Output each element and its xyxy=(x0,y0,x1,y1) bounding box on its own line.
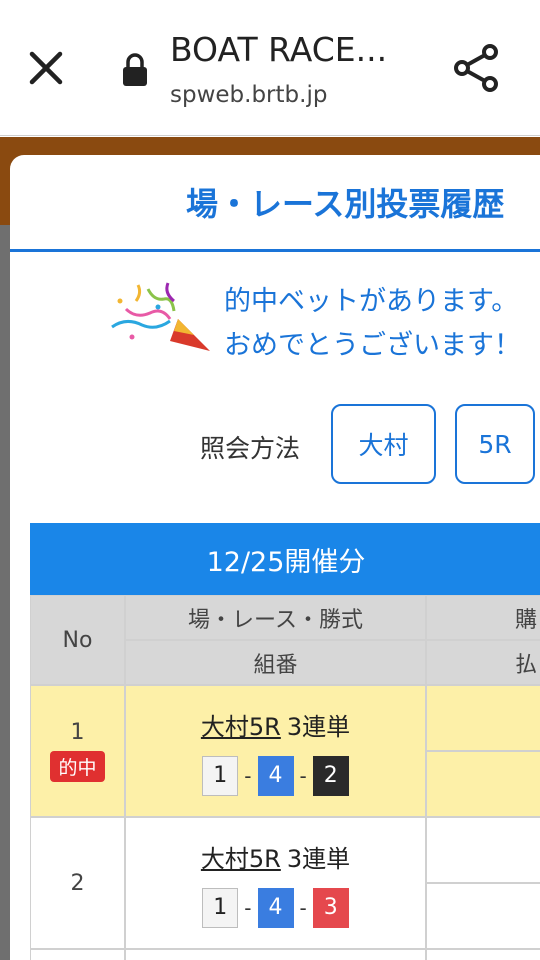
race-link[interactable]: 大村5R xyxy=(201,713,281,741)
table-row-payout xyxy=(426,751,540,817)
hit-badge: 的中 xyxy=(50,751,105,782)
vote-history-modal: 場・レース別投票履歴 的中ベットがあります。 おめでとうございます！ 照会方法 … xyxy=(10,155,540,960)
venue-select-button[interactable]: 大村 xyxy=(331,404,436,484)
share-icon[interactable] xyxy=(448,40,504,96)
combo-separator: - xyxy=(299,763,307,788)
table-row-payout xyxy=(426,883,540,949)
date-header: 12/25開催分 xyxy=(30,523,540,595)
boat-number-1: 1 xyxy=(202,887,239,928)
row-number: 1 xyxy=(70,720,85,745)
query-label: 照会方法 xyxy=(200,434,301,463)
table-row-race: 大村5R 3連単 1 - 4 - 3 xyxy=(125,817,426,949)
table-row-no: 2 xyxy=(30,817,125,949)
party-popper-icon xyxy=(108,279,218,359)
site-url: spweb.brtb.jp xyxy=(170,82,328,108)
boat-number-1: 1 xyxy=(202,755,239,796)
boat-number-2: 4 xyxy=(257,887,294,928)
close-icon[interactable] xyxy=(22,44,70,92)
table-row-partial xyxy=(426,949,540,960)
hit-message-line2: おめでとうございます！ xyxy=(224,330,521,361)
boat-number-3: 2 xyxy=(312,755,349,796)
bet-type: 3連単 xyxy=(286,844,351,873)
table-row-no: 1 的中 xyxy=(30,685,125,817)
combo-separator: - xyxy=(244,763,252,788)
boat-number-2: 4 xyxy=(257,755,294,796)
combo-separator: - xyxy=(244,895,252,920)
table-row-race: 大村5R 3連単 1 - 4 - 2 xyxy=(125,685,426,817)
race-link[interactable]: 大村5R xyxy=(201,845,281,873)
race-select-button[interactable]: 5R xyxy=(455,404,535,484)
table-row-buy xyxy=(426,685,540,751)
col-buy-header: 購 xyxy=(426,595,540,640)
row-number: 2 xyxy=(70,870,85,896)
table-row-buy xyxy=(426,817,540,883)
modal-title: 場・レース別投票履歴 xyxy=(186,185,505,223)
col-race-header: 場・レース・勝式 xyxy=(125,595,426,640)
col-no-header: No xyxy=(30,595,125,685)
hit-message-line1: 的中ベットがあります。 xyxy=(224,286,519,317)
col-payout-header: 払 xyxy=(426,640,540,685)
page-title: BOAT RACE... xyxy=(170,30,388,69)
boat-number-3: 3 xyxy=(312,887,349,928)
lock-icon xyxy=(120,52,150,88)
title-divider xyxy=(10,249,540,252)
table-row-partial xyxy=(30,949,125,960)
browser-toolbar: BOAT RACE... spweb.brtb.jp xyxy=(0,0,540,136)
bet-type: 3連単 xyxy=(286,712,351,741)
col-combo-header: 組番 xyxy=(125,640,426,685)
combo-separator: - xyxy=(299,895,307,920)
table-row-partial xyxy=(125,949,426,960)
